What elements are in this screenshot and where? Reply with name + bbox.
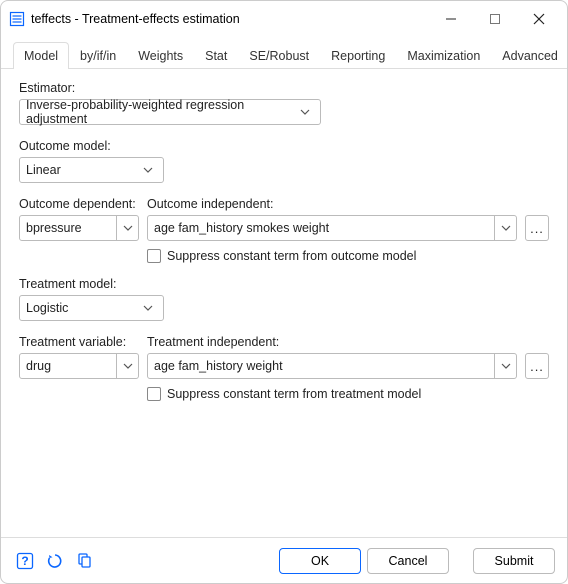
treatment-variable-combo[interactable]: drug (19, 353, 139, 379)
outcome-independent-combo[interactable]: age fam_history smokes weight (147, 215, 517, 241)
treatment-variable-value: drug (26, 359, 51, 373)
window-title: teffects - Treatment-effects estimation (31, 12, 429, 26)
tab-by-if-in[interactable]: by/if/in (69, 42, 127, 69)
treatment-model-label: Treatment model: (19, 277, 549, 291)
outcome-dependent-value: bpressure (26, 221, 82, 235)
svg-text:?: ? (21, 554, 28, 568)
footer: ? OK Cancel Submit (1, 537, 567, 583)
outcome-dependent-label: Outcome dependent: (19, 197, 139, 211)
copy-button[interactable] (73, 549, 97, 573)
treatment-model-select[interactable]: Logistic (19, 295, 164, 321)
tab-weights[interactable]: Weights (127, 42, 194, 69)
titlebar: teffects - Treatment-effects estimation (1, 1, 567, 37)
tab-model[interactable]: Model (13, 42, 69, 69)
chevron-down-icon (139, 296, 157, 320)
window-buttons (429, 4, 561, 34)
outcome-independent-more-button[interactable]: ... (525, 215, 549, 241)
help-button[interactable]: ? (13, 549, 37, 573)
tab-advanced[interactable]: Advanced (491, 42, 568, 69)
minimize-button[interactable] (429, 4, 473, 34)
suppress-treatment-label: Suppress constant term from treatment mo… (167, 387, 421, 401)
tab-stat[interactable]: Stat (194, 42, 238, 69)
dialog-window: teffects - Treatment-effects estimation … (0, 0, 568, 584)
tab-panel-model: Estimator: Inverse-probability-weighted … (1, 69, 567, 537)
chevron-down-icon (116, 354, 138, 378)
treatment-independent-combo[interactable]: age fam_history weight (147, 353, 517, 379)
submit-button[interactable]: Submit (473, 548, 555, 574)
suppress-treatment-checkbox[interactable] (147, 387, 161, 401)
outcome-dependent-combo[interactable]: bpressure (19, 215, 139, 241)
cancel-button[interactable]: Cancel (367, 548, 449, 574)
outcome-model-value: Linear (26, 163, 61, 177)
app-icon (9, 11, 25, 27)
outcome-independent-value: age fam_history smokes weight (154, 221, 329, 235)
chevron-down-icon (494, 354, 516, 378)
treatment-model-value: Logistic (26, 301, 68, 315)
tab-maximization[interactable]: Maximization (396, 42, 491, 69)
estimator-label: Estimator: (19, 81, 549, 95)
tabs: Model by/if/in Weights Stat SE/Robust Re… (1, 37, 567, 69)
estimator-select[interactable]: Inverse-probability-weighted regression … (19, 99, 321, 125)
close-button[interactable] (517, 4, 561, 34)
chevron-down-icon (116, 216, 138, 240)
chevron-down-icon (297, 100, 314, 124)
reset-button[interactable] (43, 549, 67, 573)
treatment-variable-label: Treatment variable: (19, 335, 139, 349)
suppress-outcome-label: Suppress constant term from outcome mode… (167, 249, 416, 263)
maximize-button[interactable] (473, 4, 517, 34)
estimator-value: Inverse-probability-weighted regression … (26, 98, 297, 126)
ok-button[interactable]: OK (279, 548, 361, 574)
tab-se-robust[interactable]: SE/Robust (238, 42, 320, 69)
chevron-down-icon (139, 158, 157, 182)
outcome-independent-label: Outcome independent: (147, 197, 517, 211)
chevron-down-icon (494, 216, 516, 240)
treatment-independent-more-button[interactable]: ... (525, 353, 549, 379)
outcome-model-label: Outcome model: (19, 139, 549, 153)
tab-reporting[interactable]: Reporting (320, 42, 396, 69)
suppress-outcome-checkbox[interactable] (147, 249, 161, 263)
treatment-independent-value: age fam_history weight (154, 359, 283, 373)
outcome-model-select[interactable]: Linear (19, 157, 164, 183)
treatment-independent-label: Treatment independent: (147, 335, 517, 349)
